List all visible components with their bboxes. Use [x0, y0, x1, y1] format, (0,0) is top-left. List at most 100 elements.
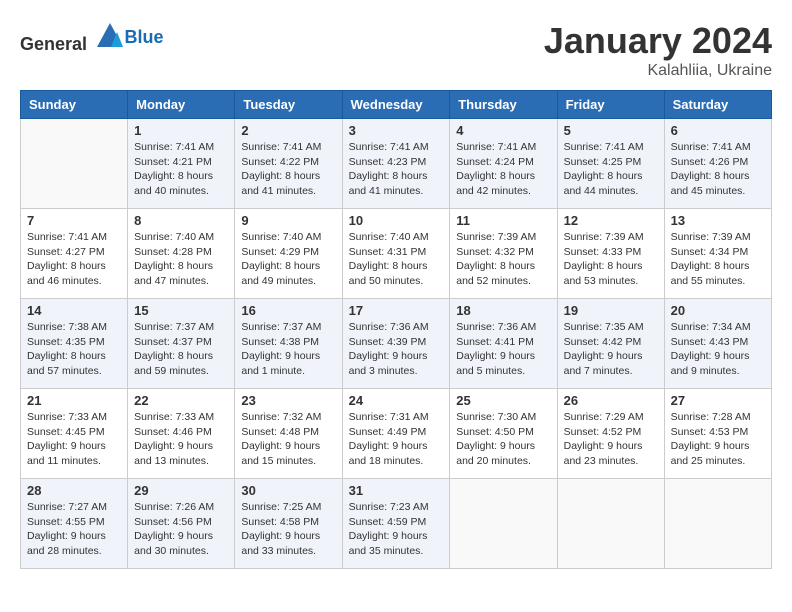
calendar-cell: 31Sunrise: 7:23 AMSunset: 4:59 PMDayligh…	[342, 479, 450, 569]
day-number: 14	[27, 303, 121, 318]
calendar-cell: 20 Sunrise: 7:34 AMSunset: 4:43 PMDayligh…	[664, 299, 771, 389]
day-number: 15	[134, 303, 228, 318]
day-number: 3	[349, 123, 444, 138]
day-number: 10	[349, 213, 444, 228]
calendar-cell	[450, 479, 557, 569]
day-number: 7	[27, 213, 121, 228]
cell-sun-info: Sunrise: 7:33 AMSunset: 4:45 PMDaylight:…	[27, 410, 121, 469]
calendar-cell: 17Sunrise: 7:36 AMSunset: 4:39 PMDayligh…	[342, 299, 450, 389]
title-area: January 2024 Kalahliia, Ukraine	[544, 20, 772, 80]
cell-sun-info: Sunrise: 7:38 AMSunset: 4:35 PMDaylight:…	[27, 320, 121, 379]
calendar-week-4: 21Sunrise: 7:33 AMSunset: 4:45 PMDayligh…	[21, 389, 772, 479]
calendar-week-2: 7 Sunrise: 7:41 AMSunset: 4:27 PMDaylight…	[21, 209, 772, 299]
calendar-cell: 26Sunrise: 7:29 AMSunset: 4:52 PMDayligh…	[557, 389, 664, 479]
calendar-cell: 19 Sunrise: 7:35 AMSunset: 4:42 PMDayligh…	[557, 299, 664, 389]
day-number: 27	[671, 393, 765, 408]
cell-sun-info: Sunrise: 7:40 AMSunset: 4:29 PMDaylight:…	[241, 230, 335, 289]
cell-sun-info: Sunrise: 7:41 AMSunset: 4:24 PMDaylight:…	[456, 140, 550, 199]
day-number: 30	[241, 483, 335, 498]
calendar-cell: 15 Sunrise: 7:37 AMSunset: 4:37 PMDayligh…	[128, 299, 235, 389]
day-number: 28	[27, 483, 121, 498]
cell-sun-info: Sunrise: 7:26 AMSunset: 4:56 PMDaylight:…	[134, 500, 228, 559]
calendar-cell: 29 Sunrise: 7:26 AMSunset: 4:56 PMDayligh…	[128, 479, 235, 569]
calendar-cell: 24 Sunrise: 7:31 AMSunset: 4:49 PMDayligh…	[342, 389, 450, 479]
calendar-cell: 13 Sunrise: 7:39 AMSunset: 4:34 PMDayligh…	[664, 209, 771, 299]
cell-sun-info: Sunrise: 7:37 AMSunset: 4:37 PMDaylight:…	[134, 320, 228, 379]
calendar-week-3: 14 Sunrise: 7:38 AMSunset: 4:35 PMDayligh…	[21, 299, 772, 389]
cell-sun-info: Sunrise: 7:37 AMSunset: 4:38 PMDaylight:…	[241, 320, 335, 379]
cell-sun-info: Sunrise: 7:36 AMSunset: 4:39 PMDaylight:…	[349, 320, 444, 379]
weekday-header-monday: Monday	[128, 91, 235, 119]
calendar-cell: 14 Sunrise: 7:38 AMSunset: 4:35 PMDayligh…	[21, 299, 128, 389]
calendar-cell	[664, 479, 771, 569]
day-number: 24	[349, 393, 444, 408]
calendar-cell: 10 Sunrise: 7:40 AMSunset: 4:31 PMDayligh…	[342, 209, 450, 299]
weekday-header-row: SundayMondayTuesdayWednesdayThursdayFrid…	[21, 91, 772, 119]
cell-sun-info: Sunrise: 7:25 AMSunset: 4:58 PMDaylight:…	[241, 500, 335, 559]
cell-sun-info: Sunrise: 7:33 AMSunset: 4:46 PMDaylight:…	[134, 410, 228, 469]
calendar-week-5: 28 Sunrise: 7:27 AMSunset: 4:55 PMDayligh…	[21, 479, 772, 569]
day-number: 6	[671, 123, 765, 138]
cell-sun-info: Sunrise: 7:32 AMSunset: 4:48 PMDaylight:…	[241, 410, 335, 469]
logo-general-text: General	[20, 34, 87, 54]
cell-sun-info: Sunrise: 7:36 AMSunset: 4:41 PMDaylight:…	[456, 320, 550, 379]
calendar-table: SundayMondayTuesdayWednesdayThursdayFrid…	[20, 90, 772, 569]
calendar-cell: 23 Sunrise: 7:32 AMSunset: 4:48 PMDayligh…	[235, 389, 342, 479]
calendar-cell: 3 Sunrise: 7:41 AMSunset: 4:23 PMDaylight…	[342, 119, 450, 209]
day-number: 12	[564, 213, 658, 228]
day-number: 8	[134, 213, 228, 228]
day-number: 20	[671, 303, 765, 318]
cell-sun-info: Sunrise: 7:27 AMSunset: 4:55 PMDaylight:…	[27, 500, 121, 559]
calendar-cell: 9 Sunrise: 7:40 AMSunset: 4:29 PMDaylight…	[235, 209, 342, 299]
calendar-week-1: 1 Sunrise: 7:41 AMSunset: 4:21 PMDaylight…	[21, 119, 772, 209]
logo-icon	[95, 20, 125, 50]
cell-sun-info: Sunrise: 7:31 AMSunset: 4:49 PMDaylight:…	[349, 410, 444, 469]
weekday-header-thursday: Thursday	[450, 91, 557, 119]
day-number: 13	[671, 213, 765, 228]
weekday-header-saturday: Saturday	[664, 91, 771, 119]
cell-sun-info: Sunrise: 7:34 AMSunset: 4:43 PMDaylight:…	[671, 320, 765, 379]
calendar-cell: 16 Sunrise: 7:37 AMSunset: 4:38 PMDayligh…	[235, 299, 342, 389]
day-number: 16	[241, 303, 335, 318]
cell-sun-info: Sunrise: 7:41 AMSunset: 4:23 PMDaylight:…	[349, 140, 444, 199]
cell-sun-info: Sunrise: 7:35 AMSunset: 4:42 PMDaylight:…	[564, 320, 658, 379]
calendar-cell: 21Sunrise: 7:33 AMSunset: 4:45 PMDayligh…	[21, 389, 128, 479]
header: General Blue January 2024 Kalahliia, Ukr…	[20, 20, 772, 80]
calendar-cell: 1 Sunrise: 7:41 AMSunset: 4:21 PMDaylight…	[128, 119, 235, 209]
weekday-header-sunday: Sunday	[21, 91, 128, 119]
cell-sun-info: Sunrise: 7:40 AMSunset: 4:31 PMDaylight:…	[349, 230, 444, 289]
day-number: 1	[134, 123, 228, 138]
cell-sun-info: Sunrise: 7:40 AMSunset: 4:28 PMDaylight:…	[134, 230, 228, 289]
day-number: 31	[349, 483, 444, 498]
weekday-header-wednesday: Wednesday	[342, 91, 450, 119]
calendar-body: 1 Sunrise: 7:41 AMSunset: 4:21 PMDaylight…	[21, 119, 772, 569]
calendar-cell: 18 Sunrise: 7:36 AMSunset: 4:41 PMDayligh…	[450, 299, 557, 389]
calendar-cell	[557, 479, 664, 569]
calendar-cell: 27Sunrise: 7:28 AMSunset: 4:53 PMDayligh…	[664, 389, 771, 479]
day-number: 22	[134, 393, 228, 408]
calendar-cell: 2Sunrise: 7:41 AMSunset: 4:22 PMDaylight…	[235, 119, 342, 209]
calendar-cell	[21, 119, 128, 209]
day-number: 25	[456, 393, 550, 408]
cell-sun-info: Sunrise: 7:41 AMSunset: 4:22 PMDaylight:…	[241, 140, 335, 199]
day-number: 29	[134, 483, 228, 498]
cell-sun-info: Sunrise: 7:41 AMSunset: 4:26 PMDaylight:…	[671, 140, 765, 199]
cell-sun-info: Sunrise: 7:39 AMSunset: 4:32 PMDaylight:…	[456, 230, 550, 289]
day-number: 19	[564, 303, 658, 318]
month-title: January 2024	[544, 20, 772, 62]
calendar-cell: 11 Sunrise: 7:39 AMSunset: 4:32 PMDayligh…	[450, 209, 557, 299]
calendar-header: SundayMondayTuesdayWednesdayThursdayFrid…	[21, 91, 772, 119]
cell-sun-info: Sunrise: 7:41 AMSunset: 4:21 PMDaylight:…	[134, 140, 228, 199]
day-number: 23	[241, 393, 335, 408]
calendar-cell: 7 Sunrise: 7:41 AMSunset: 4:27 PMDaylight…	[21, 209, 128, 299]
cell-sun-info: Sunrise: 7:41 AMSunset: 4:27 PMDaylight:…	[27, 230, 121, 289]
day-number: 11	[456, 213, 550, 228]
calendar-cell: 8 Sunrise: 7:40 AMSunset: 4:28 PMDaylight…	[128, 209, 235, 299]
calendar-cell: 28 Sunrise: 7:27 AMSunset: 4:55 PMDayligh…	[21, 479, 128, 569]
cell-sun-info: Sunrise: 7:39 AMSunset: 4:34 PMDaylight:…	[671, 230, 765, 289]
day-number: 9	[241, 213, 335, 228]
day-number: 18	[456, 303, 550, 318]
logo: General Blue	[20, 20, 164, 55]
calendar-cell: 30 Sunrise: 7:25 AMSunset: 4:58 PMDayligh…	[235, 479, 342, 569]
day-number: 4	[456, 123, 550, 138]
